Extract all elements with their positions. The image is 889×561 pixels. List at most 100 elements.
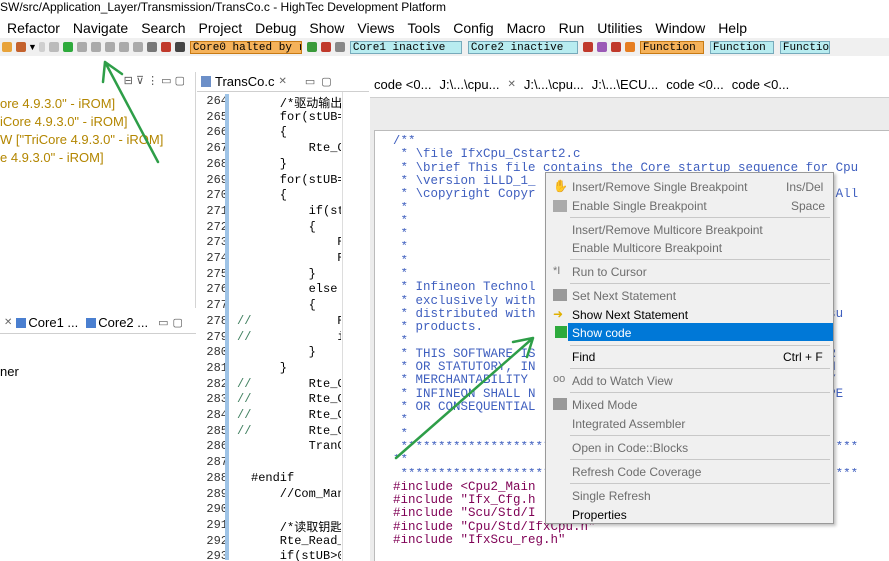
line-number: 292 <box>206 533 228 548</box>
menu-help[interactable]: Help <box>711 20 753 36</box>
menu-item-show-next-statement[interactable]: Show Next Statement <box>572 308 688 322</box>
step-out-icon[interactable] <box>104 42 115 52</box>
function-box-2[interactable]: Function u <box>709 40 774 54</box>
debug-item[interactable]: W ["TriCore 4.9.3.0" - iROM] <box>0 132 163 147</box>
dropdown-icon[interactable]: ▼ <box>28 42 37 52</box>
menu-item-open-in-codeblocks[interactable]: Open in Code::Blocks <box>572 441 688 455</box>
menu-config[interactable]: Config <box>446 20 499 36</box>
menu-tools[interactable]: Tools <box>401 20 447 36</box>
tab-code-3[interactable]: code <0... <box>732 77 789 92</box>
menu-item-run-to-cursor[interactable]: Run to Cursor <box>572 265 647 279</box>
tab-cpu-1[interactable]: J:\...\cpu... <box>439 77 499 92</box>
view-menu-icon[interactable]: ⋮ <box>147 75 158 87</box>
code-line: } <box>251 345 316 360</box>
menu-item-insert-remove-multicore-breakpoint[interactable]: Insert/Remove Multicore Breakpoint <box>572 223 763 237</box>
tab-code-2[interactable]: code <0... <box>666 77 723 92</box>
bookmark-icon[interactable] <box>624 42 635 52</box>
list-item[interactable]: ner <box>0 364 19 379</box>
line-number: 266 <box>206 125 228 140</box>
menu-item-integrated-assembler[interactable]: Integrated Assembler <box>572 417 685 431</box>
maximize-icon[interactable]: ▢ <box>321 75 331 88</box>
tab-core2[interactable]: Core2 ... <box>98 315 148 330</box>
code-line: if(stU <box>308 203 341 218</box>
menu-project[interactable]: Project <box>192 20 249 36</box>
hand-icon: ✋ <box>553 179 568 193</box>
menu-refactor[interactable]: Refactor <box>0 20 66 36</box>
menu-item-properties[interactable]: Properties <box>572 508 627 522</box>
minimize-icon[interactable]: ▭ <box>161 75 171 87</box>
close-icon[interactable]: ✕ <box>278 76 286 87</box>
collapse-icon[interactable]: ⊟ <box>124 75 133 87</box>
chip-icon[interactable] <box>582 42 593 52</box>
step-icon[interactable] <box>48 42 59 52</box>
step-over-icon[interactable] <box>90 42 101 52</box>
menu-item-set-next-statement[interactable]: Set Next Statement <box>572 289 676 303</box>
code-line: else i <box>308 282 338 297</box>
line-number: 277 <box>206 298 228 313</box>
tab-code-1[interactable]: code <0... <box>374 77 431 92</box>
show-code-toolbar-icon[interactable] <box>62 42 73 52</box>
core0-run-icon[interactable] <box>306 42 317 52</box>
line-number: 290 <box>206 502 228 517</box>
stop-icon[interactable] <box>160 42 171 52</box>
separator <box>570 259 830 260</box>
code-line: /** <box>393 135 416 148</box>
line-number: 283 <box>206 392 228 407</box>
close-icon[interactable]: ✕ <box>4 317 12 328</box>
maximize-icon[interactable]: ▢ <box>175 75 185 87</box>
editor-splitter[interactable] <box>342 92 369 561</box>
line-number: 289 <box>206 486 228 501</box>
menu-window[interactable]: Window <box>648 20 711 36</box>
menu-item-single-refresh[interactable]: Single Refresh <box>572 489 651 503</box>
menu-debug[interactable]: Debug <box>248 20 302 36</box>
tab-cpu-2[interactable]: J:\...\cpu... <box>524 77 584 92</box>
core1-status[interactable]: Core1 inactive <box>349 40 462 54</box>
menu-run[interactable]: Run <box>552 20 591 36</box>
run-icon[interactable] <box>132 42 143 52</box>
minimize-icon[interactable]: ▭ <box>158 316 168 329</box>
menu-item-enable-single-breakpoint[interactable]: Enable Single Breakpoint <box>572 199 707 213</box>
core0-stop-icon[interactable] <box>320 42 331 52</box>
step-into-icon[interactable] <box>76 42 87 52</box>
menu-item-insert-remove-single-breakpoint[interactable]: Insert/Remove Single Breakpoint <box>572 180 747 194</box>
list-icon[interactable] <box>146 42 157 52</box>
menu-show[interactable]: Show <box>302 20 350 36</box>
menu-item-show-code[interactable]: Show code <box>572 326 631 340</box>
debug-item[interactable]: iCore 4.9.3.0" - iROM] <box>0 114 127 129</box>
folder-icon[interactable] <box>2 42 12 52</box>
close-icon[interactable]: ✕ <box>507 79 515 90</box>
flag-icon[interactable] <box>610 42 621 52</box>
run-to-cursor-icon: *I <box>553 265 561 277</box>
tab-transco[interactable]: TransCo.c <box>215 74 274 89</box>
filter-icon[interactable]: ⊽ <box>136 75 144 87</box>
transco-tab-bar: TransCo.c ✕ ▭ ▢ <box>197 72 369 92</box>
menu-navigate[interactable]: Navigate <box>66 20 134 36</box>
show-code-icon <box>555 326 567 338</box>
debug-item[interactable]: e 4.9.3.0" - iROM] <box>0 150 104 165</box>
tab-ecu[interactable]: J:\...\ECU... <box>592 77 658 92</box>
overview-ruler <box>225 94 229 560</box>
menu-item-add-to-watch-view[interactable]: Add to Watch View <box>572 374 673 388</box>
breakpoint-icon <box>553 200 567 212</box>
menu-item-enable-multicore-breakpoint[interactable]: Enable Multicore Breakpoint <box>572 241 722 255</box>
core2-status[interactable]: Core2 inactive <box>467 40 578 54</box>
menu-views[interactable]: Views <box>350 20 400 36</box>
core0-reset-icon[interactable] <box>334 42 345 52</box>
tab-core1[interactable]: Core1 ... <box>28 315 78 330</box>
function-box-1[interactable]: Function u <box>639 40 704 54</box>
menu-utilities[interactable]: Utilities <box>590 20 648 36</box>
step-return-icon[interactable] <box>118 42 129 52</box>
menu-macro[interactable]: Macro <box>500 20 552 36</box>
core0-status[interactable]: Core0 halted by re <box>189 40 302 54</box>
halt-icon[interactable] <box>174 42 185 52</box>
chip2-icon[interactable] <box>596 42 607 52</box>
function-box-3[interactable]: Functio <box>779 40 830 54</box>
menu-item-mixed-mode[interactable]: Mixed Mode <box>572 398 637 412</box>
minimize-icon[interactable]: ▭ <box>305 75 315 88</box>
maximize-icon[interactable]: ▢ <box>173 316 183 329</box>
tool-icon[interactable] <box>16 42 26 52</box>
menu-search[interactable]: Search <box>134 20 191 36</box>
menu-item-refresh-code-coverage[interactable]: Refresh Code Coverage <box>572 465 701 479</box>
menu-item-find[interactable]: Find <box>572 350 595 364</box>
debug-item[interactable]: ore 4.9.3.0" - iROM] <box>0 96 115 111</box>
